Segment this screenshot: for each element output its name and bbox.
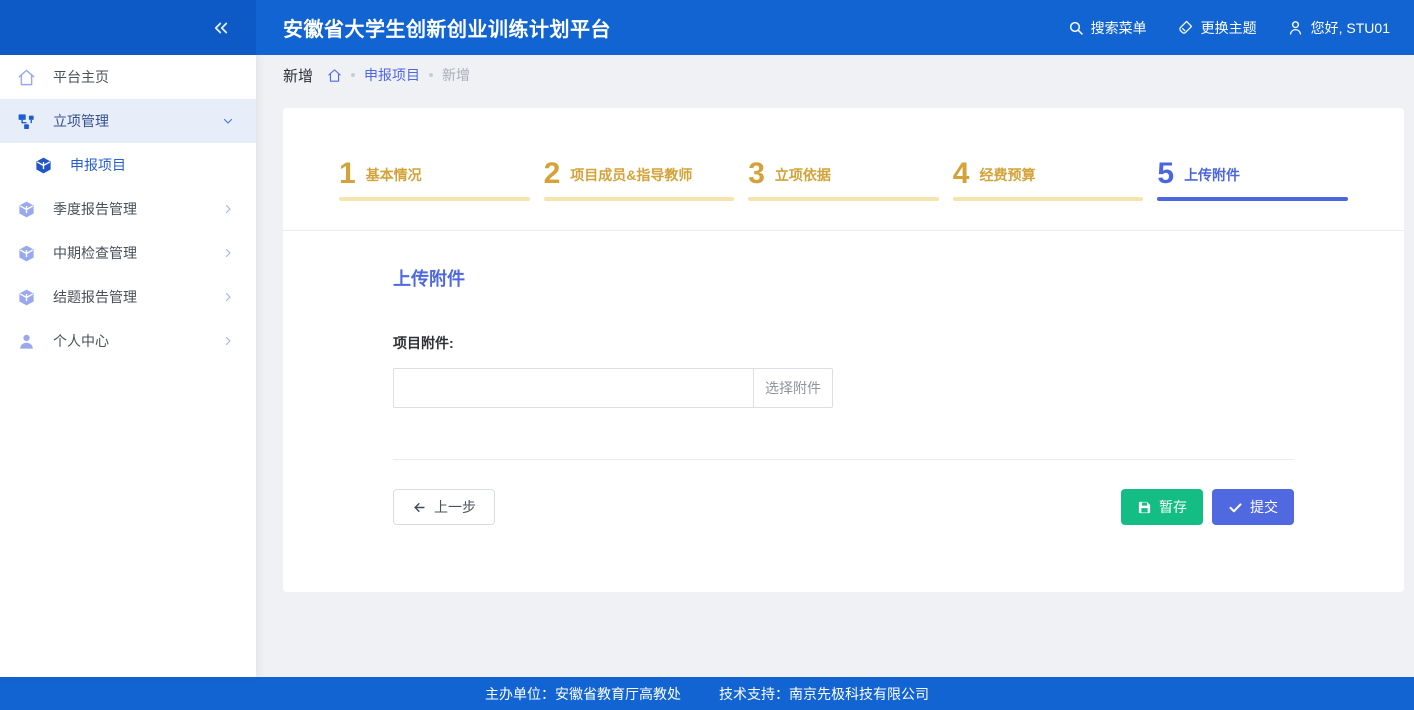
step-label: 项目成员&指导教师 <box>570 165 692 188</box>
user-icon <box>1287 19 1304 36</box>
submit-label: 提交 <box>1250 497 1278 517</box>
search-icon <box>1068 20 1084 36</box>
step-5-upload-attachments[interactable]: 5 上传附件 <box>1157 160 1348 201</box>
search-menu-label: 搜索菜单 <box>1091 18 1147 38</box>
step-label: 基本情况 <box>366 165 422 188</box>
sidebar-item-declare-project[interactable]: 申报项目 <box>0 143 256 187</box>
step-underline <box>953 197 1144 201</box>
sidebar-item-project-management[interactable]: 立项管理 <box>0 99 256 143</box>
sidebar-item-label: 个人中心 <box>53 331 109 351</box>
sidebar-item-label: 立项管理 <box>53 111 109 131</box>
sidebar-item-label: 申报项目 <box>70 155 126 175</box>
step-label: 立项依据 <box>775 165 831 188</box>
page-title: 新增 <box>283 65 313 86</box>
home-icon <box>17 68 36 87</box>
breadcrumb-separator <box>429 73 433 77</box>
breadcrumb: 新增 申报项目 新增 <box>256 55 1414 95</box>
wizard-steps: 1 基本情况 2 项目成员&指导教师 3 立项依据 4 经费预算 5 上传附件 <box>283 108 1404 201</box>
search-menu-button[interactable]: 搜索菜单 <box>1068 18 1147 38</box>
sidebar-item-label: 中期检查管理 <box>53 243 137 263</box>
step-underline <box>1157 197 1348 201</box>
previous-step-label: 上一步 <box>434 497 476 517</box>
step-number: 3 <box>748 160 765 188</box>
cube-icon <box>17 288 36 307</box>
step-4-budget[interactable]: 4 经费预算 <box>953 160 1144 201</box>
step-2-members-teachers[interactable]: 2 项目成员&指导教师 <box>544 160 735 201</box>
sidebar-item-label: 结题报告管理 <box>53 287 137 307</box>
sidebar-item-label: 平台主页 <box>53 67 109 87</box>
sidebar-item-midterm-check[interactable]: 中期检查管理 <box>0 231 256 275</box>
step-underline <box>544 197 735 201</box>
step-number: 4 <box>953 160 970 188</box>
page-footer: 主办单位：安徽省教育厅高教处 技术支持：南京先极科技有限公司 <box>0 677 1414 710</box>
file-name-input[interactable] <box>393 368 753 408</box>
step-number: 1 <box>339 160 356 188</box>
person-icon <box>17 332 36 351</box>
file-input-group: 选择附件 <box>393 368 833 408</box>
previous-step-button[interactable]: 上一步 <box>393 489 495 525</box>
topology-icon <box>17 112 36 131</box>
choose-file-button[interactable]: 选择附件 <box>753 368 833 408</box>
breadcrumb-link-declare-project[interactable]: 申报项目 <box>364 65 420 85</box>
breadcrumb-current: 新增 <box>442 65 470 85</box>
cube-icon <box>34 156 53 175</box>
greeting-label: 您好, STU01 <box>1311 18 1390 38</box>
actions-row: 上一步 暂存 提交 <box>393 489 1294 525</box>
sidebar-item-personal-center[interactable]: 个人中心 <box>0 319 256 363</box>
step-number: 5 <box>1157 160 1174 188</box>
save-draft-button[interactable]: 暂存 <box>1121 489 1203 525</box>
app-title: 安徽省大学生创新创业训练计划平台 <box>283 13 611 42</box>
step-underline <box>339 197 530 201</box>
step-3-project-basis[interactable]: 3 立项依据 <box>748 160 939 201</box>
save-draft-label: 暂存 <box>1159 497 1187 517</box>
step-1-basic-info[interactable]: 1 基本情况 <box>339 160 530 201</box>
sidebar-item-home[interactable]: 平台主页 <box>0 55 256 99</box>
change-theme-button[interactable]: 更换主题 <box>1177 18 1257 38</box>
change-theme-label: 更换主题 <box>1201 18 1257 38</box>
top-header: 安徽省大学生创新创业训练计划平台 搜索菜单 更换主题 您好, STU01 <box>0 0 1414 55</box>
attachment-field-label: 项目附件: <box>393 333 1294 353</box>
chevron-down-icon <box>222 115 234 127</box>
footer-organizer: 主办单位：安徽省教育厅高教处 <box>485 684 681 704</box>
step-label: 上传附件 <box>1184 165 1240 188</box>
cube-icon <box>17 244 36 263</box>
footer-support: 技术支持：南京先极科技有限公司 <box>719 684 929 704</box>
chevron-right-icon <box>222 291 234 303</box>
sidebar: 平台主页 立项管理 申报项目 季度报告管理 中期检查管理 结题报告管理 个人中心 <box>0 55 256 677</box>
theme-brush-icon <box>1177 19 1194 36</box>
header-main: 安徽省大学生创新创业训练计划平台 搜索菜单 更换主题 您好, STU01 <box>256 0 1414 55</box>
submit-button[interactable]: 提交 <box>1212 489 1294 525</box>
chevron-right-icon <box>222 247 234 259</box>
arrow-left-icon <box>412 500 427 515</box>
step-label: 经费预算 <box>979 165 1035 188</box>
chevron-right-icon <box>222 203 234 215</box>
sidebar-collapse-icon[interactable] <box>212 19 230 37</box>
save-icon <box>1137 500 1152 515</box>
chevron-right-icon <box>222 335 234 347</box>
step-number: 2 <box>544 160 561 188</box>
main-content: 新增 申报项目 新增 1 基本情况 2 项目成员&指导教师 3 立项依据 <box>256 55 1414 677</box>
check-icon <box>1228 500 1243 515</box>
breadcrumb-separator <box>351 73 355 77</box>
sidebar-item-quarterly-report[interactable]: 季度报告管理 <box>0 187 256 231</box>
breadcrumb-home-icon[interactable] <box>327 68 342 83</box>
section-title: 上传附件 <box>393 265 1294 291</box>
actions-divider <box>393 459 1294 460</box>
sidebar-item-label: 季度报告管理 <box>53 199 137 219</box>
step-underline <box>748 197 939 201</box>
sidebar-item-final-report[interactable]: 结题报告管理 <box>0 275 256 319</box>
sidebar-header <box>0 0 256 55</box>
upload-form: 上传附件 项目附件: 选择附件 上一步 暂存 <box>283 231 1404 525</box>
form-card: 1基本情况 2项目成员&指导教师 3立项依据 4经费预算 5上传附件 上传附 <box>283 108 1404 592</box>
cube-icon <box>17 200 36 219</box>
user-menu[interactable]: 您好, STU01 <box>1287 18 1390 38</box>
